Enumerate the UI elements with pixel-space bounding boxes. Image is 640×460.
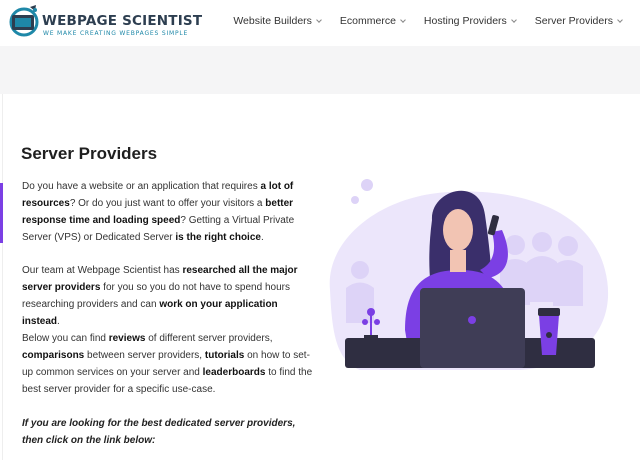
page-title: Server Providers — [21, 144, 158, 163]
site-logo[interactable]: WEBPAGE SCIENTIST WE MAKE CREATING WEBPA… — [8, 3, 202, 43]
cta-paragraph: If you are looking for the best dedicate… — [22, 418, 296, 446]
nav-website-builders[interactable]: Website Builders — [233, 15, 322, 27]
team-paragraph: Our team at Webpage Scientist has resear… — [22, 265, 298, 327]
chevron-down-icon — [400, 16, 406, 23]
chevron-down-icon — [510, 16, 517, 23]
nav-label: Ecommerce — [339, 15, 396, 27]
woman-face — [443, 209, 473, 251]
main-nav: Website Builders Ecommerce Hosting Provi… — [214, 15, 623, 27]
resources-paragraph: Below you can find reviews of different … — [22, 333, 313, 395]
chevron-down-icon — [316, 16, 322, 23]
laptop — [420, 288, 525, 368]
nav-ecommerce[interactable]: Ecommerce — [339, 15, 406, 27]
header-spacer-band — [0, 46, 640, 94]
logo-icon — [9, 5, 39, 37]
nav-hosting-providers[interactable]: Hosting Providers — [423, 15, 517, 27]
woman-laptop-illustration — [329, 179, 609, 370]
chevron-down-icon — [617, 16, 623, 23]
logo-title: WEBPAGE SCIENTIST — [42, 13, 203, 29]
site-header: WEBPAGE SCIENTIST WE MAKE CREATING WEBPA… — [0, 0, 640, 46]
intro-paragraph: Do you have a website or an application … — [22, 181, 295, 243]
nav-server-providers[interactable]: Server Providers — [534, 15, 623, 27]
nav-label: Hosting Providers — [423, 15, 507, 27]
logo-tagline: WE MAKE CREATING WEBPAGES SIMPLE — [43, 30, 189, 37]
accent-bar — [0, 183, 3, 243]
nav-label: Website Builders — [233, 15, 312, 27]
nav-label: Server Providers — [534, 15, 613, 27]
